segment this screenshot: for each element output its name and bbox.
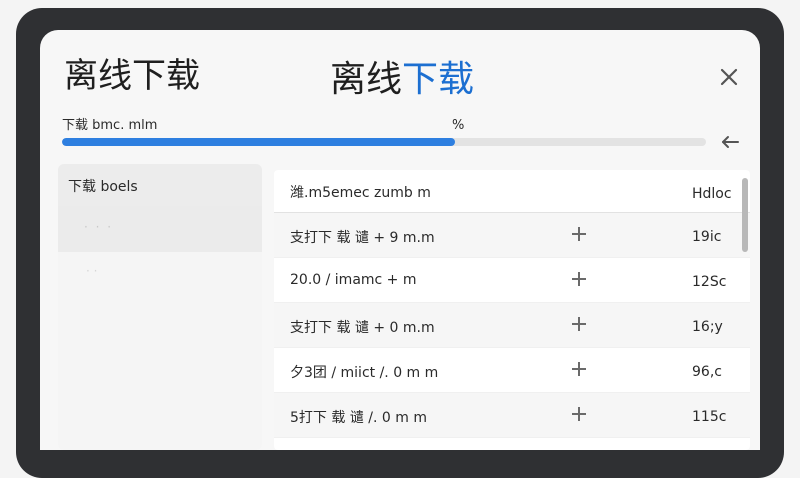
row-name: 5打下 载 谴 /. 0 m m <box>290 410 427 426</box>
sidebar-item-label: · · · <box>84 220 114 234</box>
page-title: 离线下载 <box>64 56 200 96</box>
scrollbar[interactable] <box>742 178 748 436</box>
table-row[interactable]: 5打下 载 谴 /. 0 m m 115c <box>274 393 750 438</box>
row-size: 96,c <box>692 364 722 380</box>
plus-icon[interactable] <box>570 405 588 423</box>
scrollbar-thumb[interactable] <box>742 178 748 252</box>
table-row[interactable]: 支打下 载 谴 + 0 m.m 16;y <box>274 303 750 348</box>
row-size: 12Sc <box>692 274 727 290</box>
row-name: 支打下 载 谴 + 0 m.m <box>290 320 435 336</box>
column-header-size[interactable]: Hdloc <box>692 186 732 202</box>
row-name: 20.0 / imamc + m <box>290 272 417 288</box>
app-window: 离线下载 离线下载 下载 bmc. mlm % 下载 boels · · · ·… <box>40 30 760 450</box>
plus-icon[interactable] <box>570 270 588 288</box>
download-table: 潍.m5emec zumb m Hdloc 支打下 载 谴 + 9 m.m 19… <box>274 170 750 450</box>
row-size: 19ic <box>692 229 722 245</box>
close-icon <box>720 68 738 86</box>
progress-percent: % <box>452 118 465 133</box>
back-button[interactable] <box>720 134 740 150</box>
sidebar-heading: 下载 boels <box>58 164 262 206</box>
column-header-name[interactable]: 潍.m5emec zumb m <box>290 182 431 202</box>
table-row[interactable]: 支打下 载 谴 + 9 m.m 19ic <box>274 213 750 258</box>
plus-icon[interactable] <box>570 360 588 378</box>
close-button[interactable] <box>716 64 742 90</box>
center-title-part1: 离线 <box>330 59 403 100</box>
sidebar-item-faint[interactable]: · · <box>86 264 97 278</box>
progress-bar-fill <box>62 138 455 146</box>
row-name: 夕3团 / miict /. 0 m m <box>290 365 439 381</box>
row-name: 支打下 载 谴 + 9 m.m <box>290 230 435 246</box>
row-size: 115c <box>692 409 727 425</box>
progress-label: 下载 bmc. mlm <box>62 118 158 133</box>
center-title: 离线下载 <box>330 50 474 102</box>
row-size: 16;y <box>692 319 723 335</box>
center-title-part2: 下载 <box>402 59 475 100</box>
plus-icon[interactable] <box>570 315 588 333</box>
table-row[interactable]: 夕3团 / miict /. 0 m m 96,c <box>274 348 750 393</box>
arrow-left-icon <box>722 136 739 148</box>
plus-icon[interactable] <box>570 225 588 243</box>
table-row[interactable]: 20.0 / imamc + m 12Sc <box>274 258 750 303</box>
progress-bar <box>62 138 706 146</box>
sidebar-item-selected[interactable]: · · · <box>58 206 262 252</box>
table-header: 潍.m5emec zumb m Hdloc <box>274 170 750 213</box>
sidebar: 下载 boels · · · · · <box>58 164 262 450</box>
